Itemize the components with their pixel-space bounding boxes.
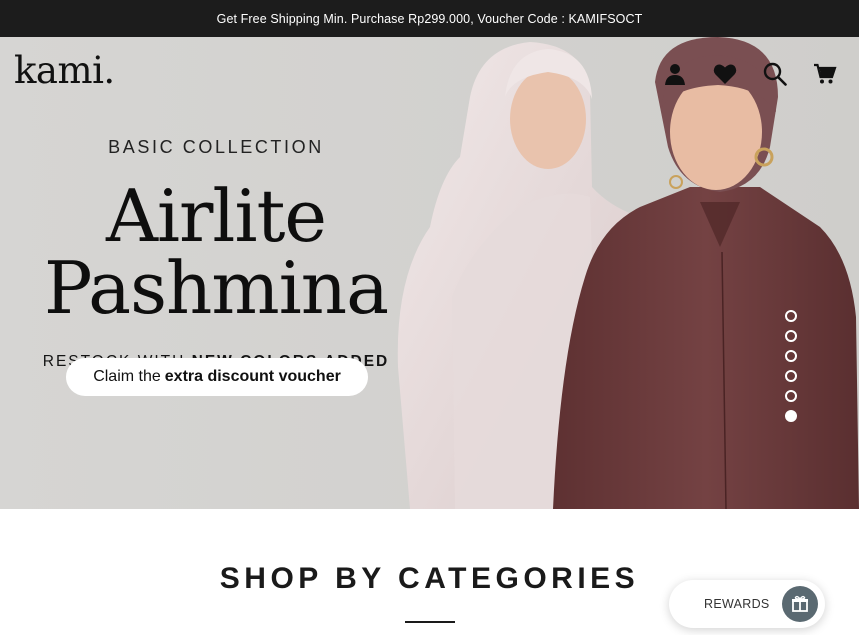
slider-dot-active[interactable] [785, 410, 797, 422]
rewards-label: REWARDS [704, 597, 770, 611]
announcement-text: Get Free Shipping Min. Purchase Rp299.00… [216, 11, 643, 26]
site-logo[interactable]: kami. [14, 52, 115, 89]
hero-banner[interactable]: BASIC COLLECTION Airlite Pashmina RESTOC… [0, 37, 859, 509]
slider-pagination [785, 310, 797, 422]
wishlist-heart-icon[interactable] [708, 60, 741, 88]
slider-dot[interactable] [785, 310, 797, 322]
slider-dot[interactable] [785, 350, 797, 362]
hero-headline-line1: Airlite [105, 174, 327, 258]
announcement-bar: Get Free Shipping Min. Purchase Rp299.00… [0, 0, 859, 37]
account-icon[interactable] [658, 60, 691, 88]
slider-dot[interactable] [785, 330, 797, 342]
claim-voucher-button[interactable]: Claim the extra discount voucher [66, 358, 368, 396]
hero-headline-line2: Pashmina [43, 246, 389, 330]
gift-icon [782, 586, 818, 622]
hero-collection-label: BASIC COLLECTION [108, 137, 324, 157]
rewards-widget-button[interactable]: REWARDS [669, 580, 825, 628]
cta-prefix: Claim the [93, 368, 161, 385]
slider-dot[interactable] [785, 370, 797, 382]
slider-dot[interactable] [785, 390, 797, 402]
section-divider [405, 621, 455, 623]
header-icons [658, 60, 841, 88]
cart-icon[interactable] [808, 60, 841, 88]
search-icon[interactable] [758, 60, 791, 88]
cta-bold: extra discount voucher [164, 368, 341, 385]
